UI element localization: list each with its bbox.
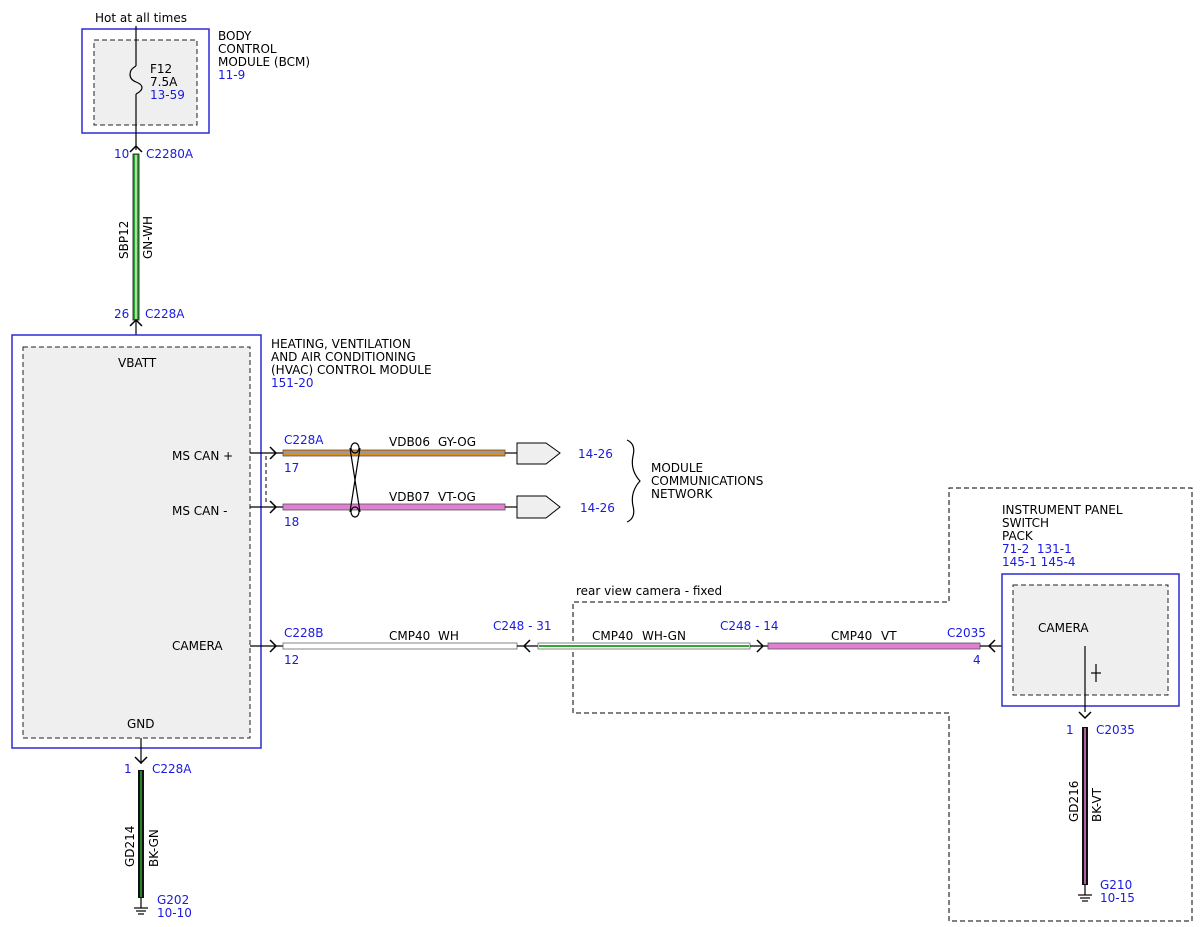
camera-option-label: rear view camera - fixed — [576, 584, 722, 598]
bcm-connector-pin: 10 — [114, 147, 129, 161]
seg3-circuit: CMP40 — [831, 629, 872, 643]
can-connector-name[interactable]: C228A — [284, 433, 324, 447]
ipsp-page-refs-1[interactable]: 71-2 131-1 — [1002, 542, 1072, 556]
ipsp-module[interactable] — [1001, 573, 1180, 707]
hvac-module[interactable] — [11, 334, 262, 749]
page-connector-arrow-icon[interactable] — [516, 442, 561, 465]
bcm-title-line-1: BODY — [218, 29, 252, 43]
inline-connector-1[interactable]: C248 - 31 — [493, 619, 552, 633]
ipsp-camera-label: CAMERA — [1038, 621, 1089, 635]
hvac-feed-connector[interactable]: C228A — [145, 307, 185, 321]
bcm-page-ref[interactable]: 11-9 — [218, 68, 245, 82]
hvac-ground-connector[interactable]: C228A — [152, 762, 192, 776]
ms-can-plus-pin: 17 — [284, 461, 299, 475]
seg1-color: WH — [438, 629, 459, 643]
ms-can-minus-wire[interactable] — [282, 503, 506, 511]
ms-can-plus-circuit: VDB06 — [389, 435, 430, 449]
camera-connector-pin: 12 — [284, 653, 299, 667]
seg1-circuit: CMP40 — [389, 629, 430, 643]
camera-connector-name[interactable]: C228B — [284, 626, 324, 640]
ms-can-minus-page-ref[interactable]: 14-26 — [580, 501, 615, 515]
brace-icon — [626, 439, 641, 523]
ground2-name[interactable]: G210 — [1100, 878, 1132, 892]
fuse-name: F12 — [150, 62, 172, 76]
ms-can-plus-wire[interactable] — [282, 449, 506, 457]
ipsp-title-line-3: PACK — [1002, 529, 1034, 543]
seg3-color: VT — [881, 629, 897, 643]
ms-can-minus-pin: 18 — [284, 515, 299, 529]
fuse-rating: 7.5A — [150, 75, 178, 89]
end-connector-name[interactable]: C2035 — [947, 626, 986, 640]
ground2-page-ref[interactable]: 10-15 — [1100, 891, 1135, 905]
hvac-feed-pin: 26 — [114, 307, 129, 321]
hvac-title-line-1: HEATING, VENTILATION — [271, 337, 411, 351]
bcm-title-line-2: CONTROL — [218, 42, 277, 56]
feed-wire-color: GN-WH — [141, 216, 155, 259]
camera-pin-label: CAMERA — [172, 639, 223, 653]
vbatt-pin-label: VBATT — [118, 356, 157, 370]
power-label: Hot at all times — [95, 11, 187, 25]
seg2-color: WH-GN — [642, 629, 686, 643]
bcm-connector-name[interactable]: C2280A — [146, 147, 194, 161]
gnd-pin-label: GND — [127, 717, 155, 731]
ground2-wire[interactable] — [1082, 727, 1088, 885]
ms-can-minus-circuit: VDB07 — [389, 490, 430, 504]
network-line-1: MODULE — [651, 461, 703, 475]
camera-wire-seg1[interactable] — [282, 642, 518, 650]
ground-icon — [1078, 885, 1092, 902]
ipsp-page-refs-2[interactable]: 145-1 145-4 — [1002, 555, 1076, 569]
seg2-circuit: CMP40 — [592, 629, 633, 643]
ms-can-minus-pin-label: MS CAN - — [172, 504, 228, 518]
ground1-name[interactable]: G202 — [157, 893, 189, 907]
ipsp-title-line-1: INSTRUMENT PANEL — [1002, 503, 1123, 517]
hvac-page-ref[interactable]: 151-20 — [271, 376, 314, 390]
ms-can-plus-page-ref[interactable]: 14-26 — [578, 447, 613, 461]
ground1-page-ref[interactable]: 10-10 — [157, 906, 192, 920]
feed-wire[interactable] — [132, 153, 140, 321]
fuse-page-ref[interactable]: 13-59 — [150, 88, 185, 102]
ground2-circuit: GD216 — [1067, 781, 1081, 822]
wiring-diagram: Hot at all times BODY CONTROL MODULE (BC… — [11, 11, 1193, 922]
ms-can-minus-color: VT-OG — [438, 490, 476, 504]
page-connector-arrow-icon[interactable] — [516, 495, 561, 519]
ipsp-title-line-2: SWITCH — [1002, 516, 1049, 530]
ground1-circuit: GD214 — [123, 826, 137, 867]
camera-wire-seg2[interactable] — [537, 642, 751, 650]
end-connector-pin: 4 — [973, 653, 981, 667]
hvac-ground-pin: 1 — [124, 762, 132, 776]
ground-icon — [134, 898, 148, 915]
hvac-title-line-2: AND AIR CONDITIONING — [271, 350, 416, 364]
camera-wire-seg3[interactable] — [767, 642, 981, 650]
feed-wire-circuit: SBP12 — [117, 221, 131, 259]
network-line-2: COMMUNICATIONS — [651, 474, 763, 488]
ipsp-ground-connector[interactable]: C2035 — [1096, 723, 1135, 737]
connector-chevron-icon — [1078, 711, 1092, 720]
ground1-wire[interactable] — [138, 770, 144, 898]
inline-connector-2[interactable]: C248 - 14 — [720, 619, 779, 633]
network-line-3: NETWORK — [651, 487, 714, 501]
ipsp-ground-pin: 1 — [1066, 723, 1074, 737]
ms-can-plus-pin-label: MS CAN + — [172, 449, 233, 463]
bcm-module[interactable] — [81, 28, 210, 134]
bcm-title-line-3: MODULE (BCM) — [218, 55, 310, 69]
ground1-color: BK-GN — [147, 829, 161, 867]
ground2-color: BK-VT — [1090, 787, 1104, 822]
hvac-title-line-3: (HVAC) CONTROL MODULE — [271, 363, 432, 377]
ms-can-plus-color: GY-OG — [438, 435, 476, 449]
